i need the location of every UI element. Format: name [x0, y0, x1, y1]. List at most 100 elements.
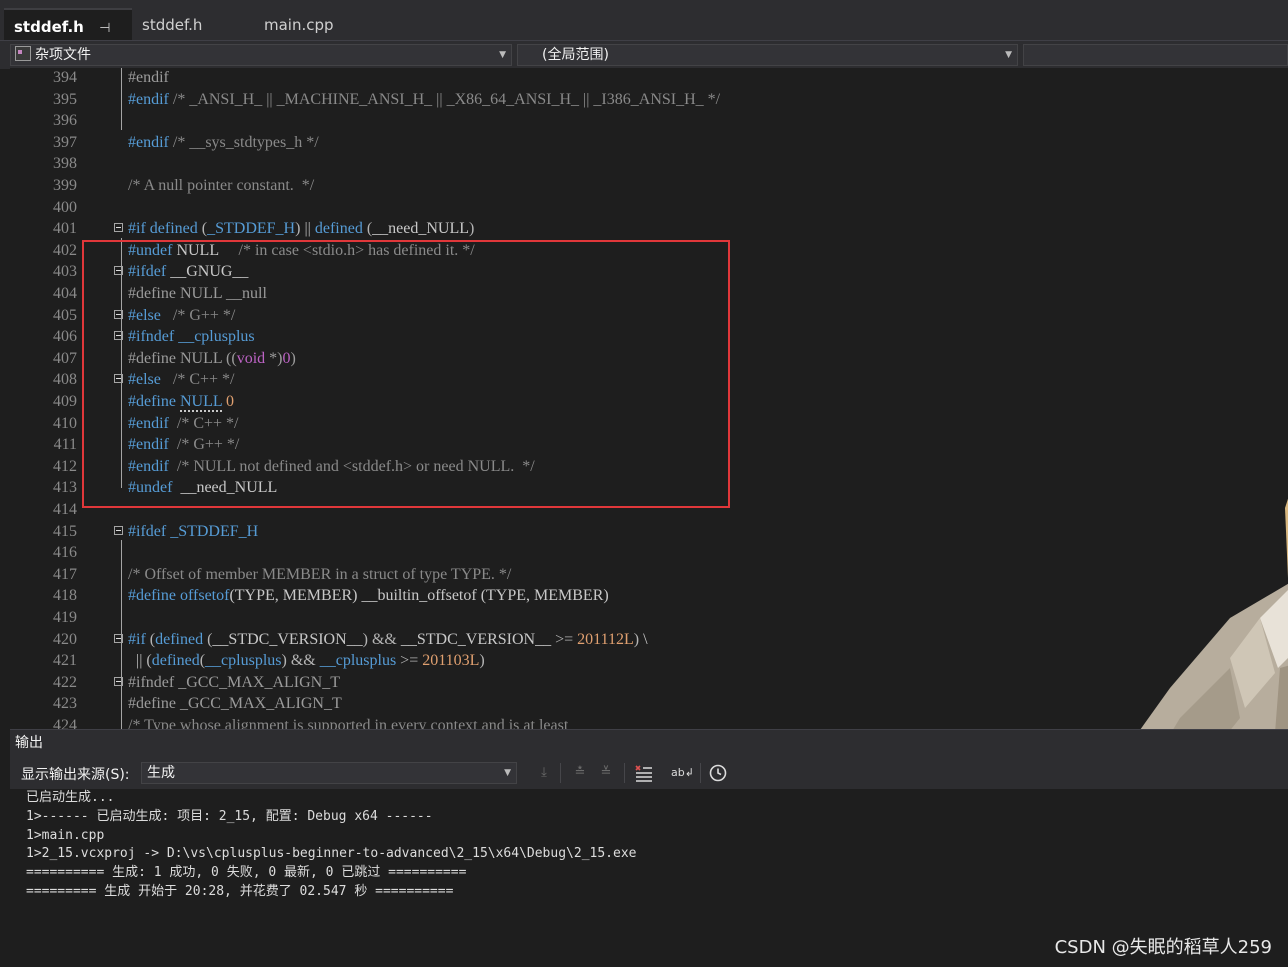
- line-number: 399: [53, 177, 77, 194]
- collapse-icon[interactable]: [114, 676, 123, 686]
- third-scope-dropdown[interactable]: [1023, 44, 1288, 66]
- code-token: (: [145, 630, 156, 648]
- chevron-down-icon: ▼: [499, 50, 506, 60]
- goto-line-icon[interactable]: ⤓: [534, 764, 554, 782]
- chevron-down-icon: ▼: [504, 768, 511, 778]
- code-text: /* A null pointer constant. */: [128, 175, 314, 197]
- output-line: 1>------ 已启动生成: 项目: 2_15, 配置: Debug x64 …: [26, 808, 433, 824]
- code-token: _GCC_MAX_ALIGN_T: [174, 673, 340, 691]
- code-line[interactable]: 399 /* A null pointer constant. */: [10, 175, 1288, 197]
- line-number: 401: [53, 220, 77, 238]
- code-token: __need_NULL: [372, 220, 470, 238]
- code-token: #define: [128, 695, 176, 713]
- line-number: 400: [53, 198, 77, 216]
- line-number: 412: [53, 457, 77, 475]
- toolbar-separator: [700, 763, 701, 783]
- output-toolbar: 显示输出来源(S): 生成 ▼ ⤓ ≛ ≚ ab↲: [10, 757, 1288, 789]
- document-tab-bar: stddef.h ⊣ ✕ stddef.h main.cpp: [0, 0, 1288, 72]
- code-line[interactable]: 424 /* Type whose alignment is supported …: [10, 715, 1288, 729]
- code-line[interactable]: 420 #if (defined (__STDC_VERSION__) && __…: [10, 629, 1288, 651]
- line-number: 402: [53, 241, 77, 259]
- tab-main-cpp[interactable]: main.cpp: [254, 8, 374, 40]
- code-text: #define _GCC_MAX_ALIGN_T: [128, 693, 342, 715]
- code-token: #endif: [128, 90, 169, 108]
- line-number: 406: [53, 328, 77, 346]
- code-token: _GCC_MAX_ALIGN_T: [175, 695, 342, 713]
- output-line: ========= 生成 开始于 20:28, 并花费了 02.547 秒 ==…: [26, 883, 454, 899]
- code-text: #ifndef _GCC_MAX_ALIGN_T: [128, 672, 340, 694]
- member-scope-dropdown[interactable]: (全局范围) ▼: [517, 44, 1018, 66]
- code-line[interactable]: 394 #endif: [10, 68, 1288, 89]
- line-number: 418: [53, 587, 77, 605]
- clock-icon[interactable]: [708, 764, 728, 782]
- collapse-icon[interactable]: [114, 633, 123, 643]
- code-token: >=: [396, 652, 423, 670]
- pin-icon[interactable]: ⊣: [99, 21, 110, 36]
- line-number: 398: [53, 155, 77, 173]
- next-message-icon[interactable]: ≚: [596, 764, 616, 782]
- code-line[interactable]: 396: [10, 110, 1288, 132]
- code-token: /* A null pointer constant. */: [128, 177, 315, 194]
- code-token: /* Offset of member MEMBER in a struct o…: [128, 565, 512, 583]
- collapse-icon[interactable]: [114, 525, 123, 535]
- project-scope-value: 杂项文件: [35, 47, 91, 63]
- previous-message-icon[interactable]: ≛: [570, 764, 590, 782]
- output-line: 已启动生成...: [26, 790, 115, 805]
- code-text: /* Offset of member MEMBER in a struct o…: [128, 564, 511, 586]
- code-line[interactable]: 397 #endif /* __sys_stdtypes_h */: [10, 132, 1288, 154]
- code-line[interactable]: 423 #define _GCC_MAX_ALIGN_T: [10, 693, 1288, 715]
- code-token: ||: [300, 220, 315, 238]
- code-line[interactable]: 395 #endif /* _ANSI_H_ || _MACHINE_ANSI_H…: [10, 89, 1288, 111]
- code-line[interactable]: 398: [10, 153, 1288, 175]
- line-number: 404: [53, 285, 77, 302]
- code-line[interactable]: 400: [10, 197, 1288, 219]
- tab-stddef-h[interactable]: stddef.h: [132, 8, 254, 40]
- code-line[interactable]: 419: [10, 607, 1288, 629]
- code-token: /* __sys_stdtypes_h */: [168, 133, 319, 151]
- word-wrap-icon[interactable]: ab↲: [671, 764, 694, 782]
- output-text[interactable]: 已启动生成... 1>------ 已启动生成: 项目: 2_15, 配置: De…: [26, 789, 636, 902]
- code-line[interactable]: 415 #ifdef _STDDEF_H: [10, 521, 1288, 543]
- output-source-dropdown[interactable]: 生成 ▼: [141, 762, 517, 784]
- code-token: &&: [367, 630, 401, 648]
- tab-stddef-h-active[interactable]: stddef.h ⊣ ✕: [4, 8, 132, 72]
- output-panel: 输出 显示输出来源(S): 生成 ▼ ⤓ ≛ ≚ ab↲ 已启动生成... 1>-…: [10, 729, 1288, 967]
- code-line[interactable]: 401 #if defined (_STDDEF_H) || defined (_…: [10, 218, 1288, 240]
- line-number: 395: [53, 90, 77, 108]
- code-line[interactable]: 421 || (defined(__cplusplus) && __cplusp…: [10, 650, 1288, 672]
- code-token: >=: [551, 630, 578, 648]
- line-number: 424: [53, 717, 77, 729]
- code-line[interactable]: 422 #ifndef _GCC_MAX_ALIGN_T: [10, 672, 1288, 694]
- code-line[interactable]: 417 /* Offset of member MEMBER in a struc…: [10, 564, 1288, 586]
- chevron-down-icon: ▼: [1005, 50, 1012, 60]
- code-text: #if (defined (__STDC_VERSION__) && __STD…: [128, 629, 648, 651]
- line-number: 411: [53, 436, 77, 454]
- code-line[interactable]: 416: [10, 542, 1288, 564]
- line-number: 420: [53, 630, 77, 648]
- code-token: __cplusplus: [205, 652, 282, 670]
- tab-label: stddef.h: [14, 18, 84, 36]
- clear-all-icon[interactable]: [634, 764, 654, 782]
- code-token: _STDDEF_H: [207, 220, 296, 238]
- line-number: 413: [53, 479, 77, 497]
- code-token: ): [479, 652, 485, 670]
- code-token: #endif: [128, 69, 169, 86]
- code-token: __cplusplus: [319, 652, 397, 670]
- code-token: (: [197, 220, 208, 238]
- code-token: \: [639, 630, 648, 648]
- watermark: CSDN @失眠的稻草人259: [1054, 937, 1272, 958]
- code-text: #if defined (_STDDEF_H) || defined (__ne…: [128, 218, 474, 240]
- project-scope-dropdown[interactable]: 杂项文件 ▼: [10, 44, 512, 66]
- code-token: #ifdef: [128, 522, 167, 540]
- code-token: (TYPE, MEMBER) __builtin_offsetof (TYPE,…: [229, 587, 609, 605]
- line-number: 416: [53, 544, 77, 562]
- code-token: ): [469, 220, 475, 238]
- collapse-icon[interactable]: [114, 223, 123, 233]
- code-line[interactable]: 418 #define offsetof(TYPE, MEMBER) __buil…: [10, 585, 1288, 607]
- code-text: #define offsetof(TYPE, MEMBER) __builtin…: [128, 585, 609, 607]
- line-number: 419: [53, 609, 77, 626]
- highlight-box: [82, 240, 730, 508]
- code-token: #if: [128, 630, 146, 648]
- code-token: defined: [155, 630, 204, 648]
- line-number: 414: [53, 501, 77, 518]
